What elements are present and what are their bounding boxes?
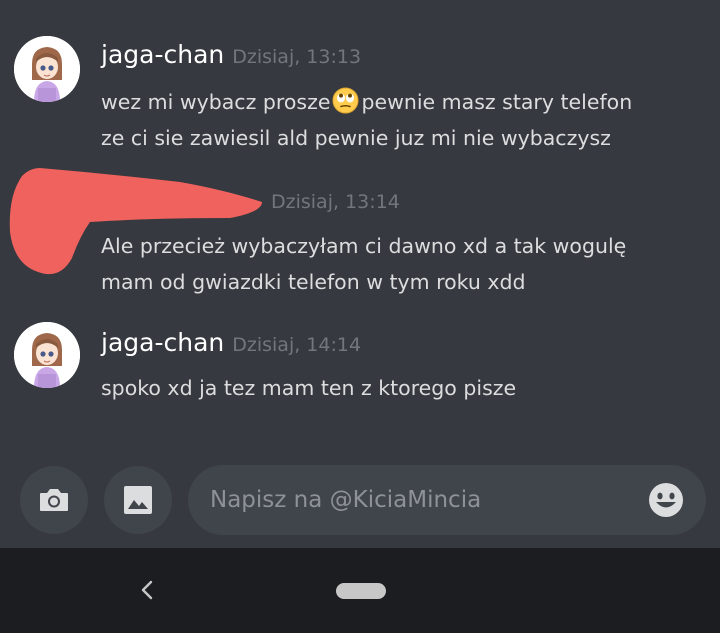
- timestamp: Dzisiaj, 14:14: [232, 334, 362, 356]
- chat-screen: jaga-chan Dzisiaj, 13:13 wez mi wybacz pr…: [0, 0, 720, 633]
- message-line: wez mi wybacz prosze pewnie masz stary t…: [101, 84, 711, 120]
- red-scribble-overlay: [0, 160, 275, 285]
- face-with-rolling-eyes-emoji-icon: [332, 87, 359, 114]
- emoji-icon[interactable]: [648, 482, 684, 518]
- message-input-container: [188, 465, 706, 535]
- message-content: wez mi wybacz prosze pewnie masz stary t…: [101, 84, 711, 156]
- username[interactable]: jaga-chan: [101, 40, 224, 69]
- system-navigation-bar: [0, 548, 720, 633]
- username[interactable]: jaga-chan: [101, 328, 224, 357]
- message-composer: [0, 460, 720, 548]
- avatar[interactable]: [14, 36, 80, 102]
- timestamp: Dzisiaj, 13:14: [271, 191, 400, 213]
- camera-icon: [37, 483, 71, 517]
- previous-message-fragment: [300, 0, 420, 6]
- message-line: ze ci sie zawiesil ald pewnie juz mi nie…: [101, 126, 611, 150]
- home-pill-icon[interactable]: [336, 583, 386, 599]
- image-upload-button[interactable]: [104, 466, 172, 534]
- message-input[interactable]: [188, 465, 628, 535]
- timestamp: Dzisiaj, 13:13: [232, 46, 362, 68]
- message-line: spoko xd ja tez mam ten z ktorego pisze: [101, 376, 517, 400]
- camera-button[interactable]: [20, 466, 88, 534]
- chevron-left-icon[interactable]: [134, 576, 162, 604]
- message-header: jaga-chan Dzisiaj, 14:14: [101, 328, 361, 357]
- message-text: wez mi wybacz prosze: [101, 90, 331, 114]
- image-icon: [121, 483, 155, 517]
- message-header: Dzisiaj, 13:14: [271, 191, 400, 213]
- message-text: pewnie masz stary telefon: [361, 90, 633, 114]
- message-header: jaga-chan Dzisiaj, 13:13: [101, 40, 361, 69]
- message-content: spoko xd ja tez mam ten z ktorego pisze: [101, 370, 711, 406]
- avatar[interactable]: [14, 322, 80, 388]
